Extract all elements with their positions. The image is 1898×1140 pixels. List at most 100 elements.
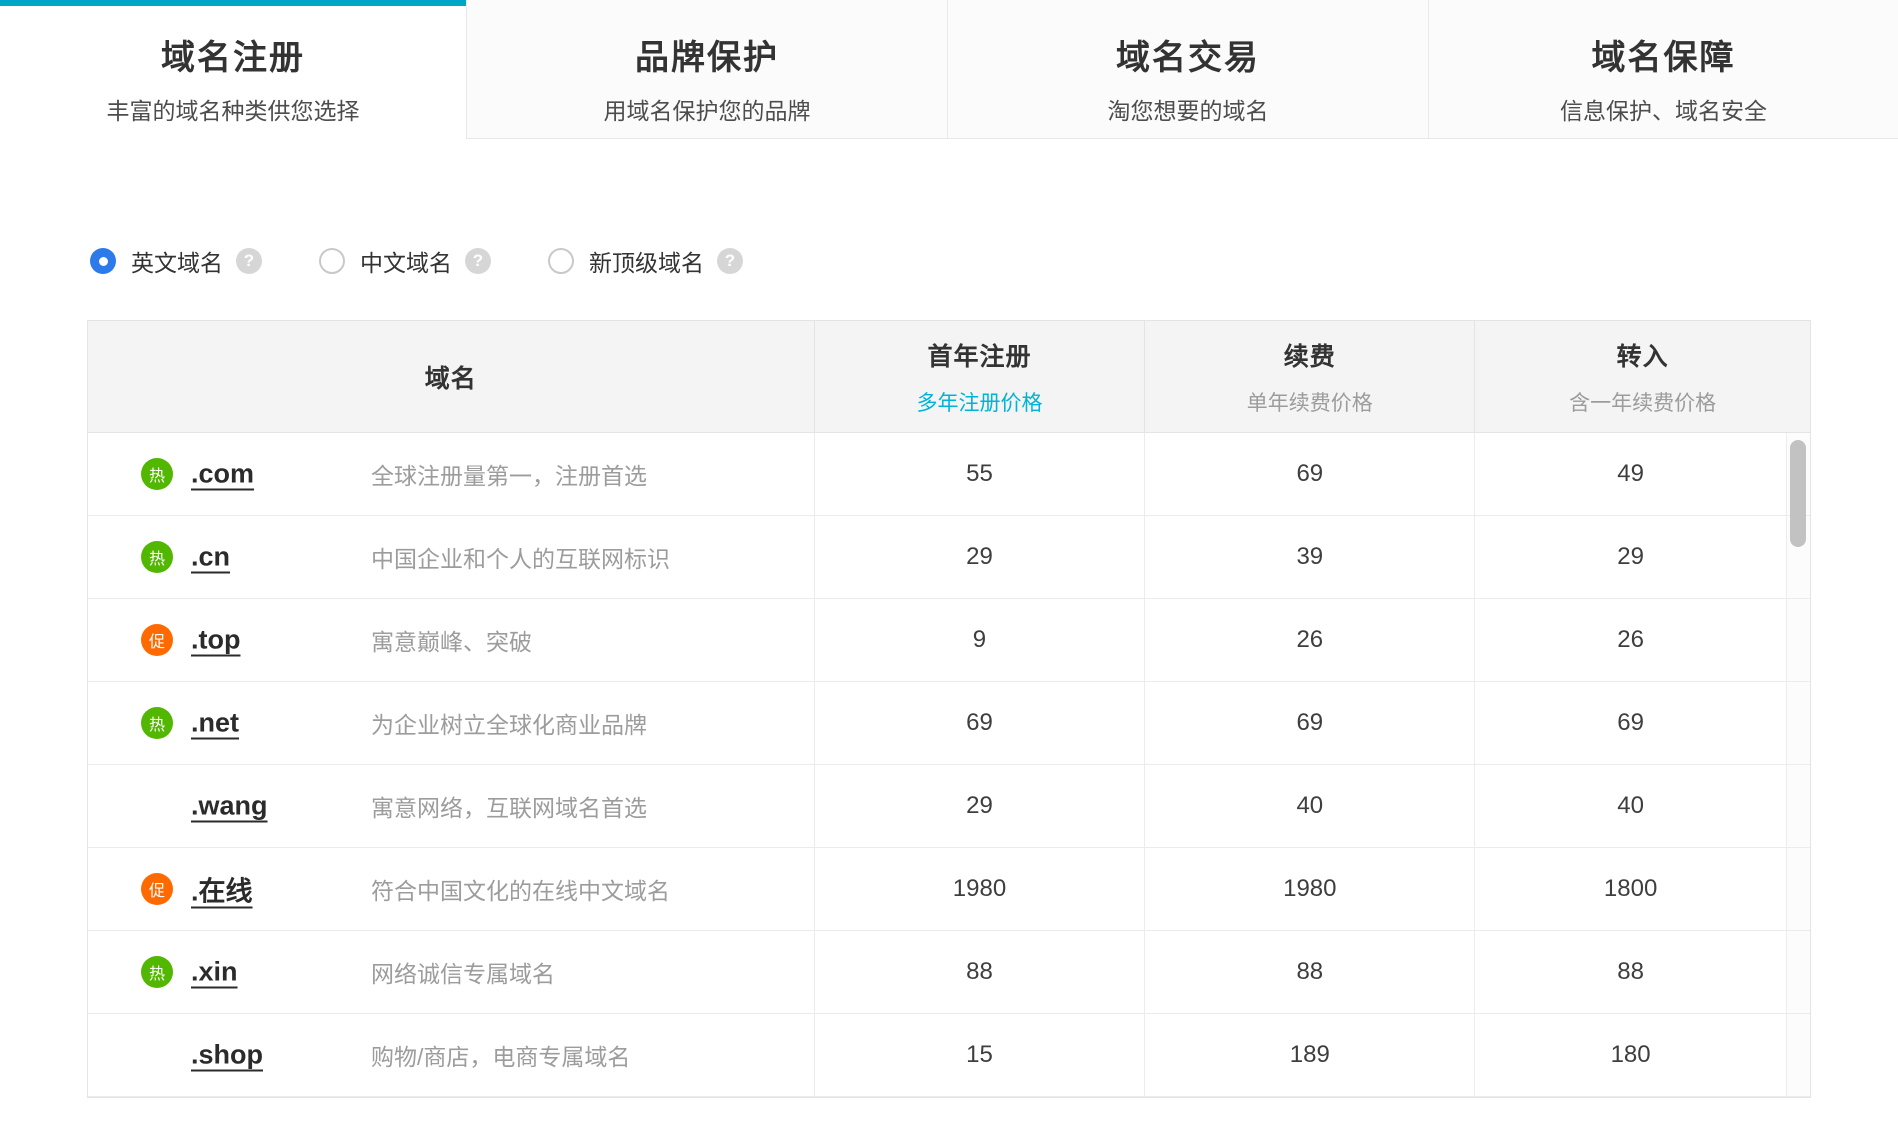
scrollbar-gutter (1786, 848, 1810, 930)
register-price: 9 (813, 599, 1145, 681)
transfer-price: 69 (1474, 682, 1786, 764)
scrollbar-gutter (1786, 765, 1810, 847)
transfer-price: 26 (1474, 599, 1786, 681)
domain-link[interactable]: .wang (191, 791, 268, 822)
renew-price: 39 (1144, 516, 1474, 598)
vertical-scrollbar-thumb[interactable] (1790, 440, 1806, 547)
domain-link[interactable]: .net (191, 708, 239, 739)
transfer-price: 29 (1474, 516, 1786, 598)
domain-cell: 促 .在线 符合中国文化的在线中文域名 (88, 848, 814, 930)
hot-badge: 热 (141, 458, 173, 490)
domain-type-filters: 英文域名 ? 中文域名 ? 新顶级域名 ? (90, 244, 743, 278)
domain-description: 全球注册量第一，注册首选 (371, 463, 647, 489)
domain-cell: 热 .net 为企业树立全球化商业品牌 (88, 682, 814, 764)
filter-new-tld[interactable]: 新顶级域名 ? (548, 244, 743, 278)
domain-description: 为企业树立全球化商业品牌 (371, 712, 647, 738)
register-price: 29 (813, 516, 1145, 598)
tab-subtitle: 信息保护、域名安全 (1560, 98, 1767, 124)
domain-description: 中国企业和个人的互联网标识 (371, 546, 670, 572)
domain-pricing-table: 域名 首年注册 多年注册价格 续费 单年续费价格 转入 含一年续费价格 热 .c… (87, 320, 1811, 1098)
scrollbar-gutter (1786, 931, 1810, 1013)
register-price: 1980 (813, 848, 1145, 930)
domain-cell: .shop 购物/商店，电商专属域名 (88, 1014, 814, 1096)
renew-price: 88 (1144, 931, 1474, 1013)
domain-description: 网络诚信专属域名 (371, 961, 555, 987)
table-row: 热 .com 全球注册量第一，注册首选 55 69 49 (88, 433, 1810, 516)
domain-link[interactable]: .cn (191, 542, 230, 573)
table-row: 促 .在线 符合中国文化的在线中文域名 1980 1980 1800 (88, 848, 1810, 931)
transfer-price: 180 (1474, 1014, 1786, 1096)
filter-chinese-domain[interactable]: 中文域名 ? (319, 244, 491, 278)
domain-description: 寓意网络，互联网域名首选 (371, 795, 647, 821)
help-icon[interactable]: ? (717, 248, 743, 274)
tab-subtitle: 淘您想要的域名 (1107, 98, 1269, 124)
register-price: 69 (813, 682, 1145, 764)
domain-cell: 热 .xin 网络诚信专属域名 (88, 931, 814, 1013)
domain-description: 符合中国文化的在线中文域名 (371, 878, 670, 904)
domain-description: 寓意巅峰、突破 (371, 629, 532, 655)
promo-badge: 促 (141, 873, 173, 905)
tab-brand-protection[interactable]: 品牌保护 用域名保护您的品牌 (466, 0, 947, 139)
domain-description: 购物/商店，电商专属域名 (371, 1044, 631, 1070)
header-renew: 续费 单年续费价格 (1144, 321, 1474, 432)
header-transfer-label: 转入 (1616, 342, 1669, 371)
domain-link[interactable]: .top (191, 625, 240, 656)
tab-title: 域名保障 (1591, 39, 1736, 77)
hot-badge: 热 (141, 541, 173, 573)
domain-link[interactable]: .在线 (191, 870, 253, 909)
filter-label: 中文域名 (360, 250, 452, 276)
header-domain-label: 域名 (424, 364, 477, 393)
header-renew-label: 续费 (1283, 342, 1336, 371)
header-transfer-sublabel: 含一年续费价格 (1569, 391, 1717, 415)
register-price: 15 (813, 1014, 1145, 1096)
tab-title: 品牌保护 (635, 39, 779, 77)
promo-badge: 促 (141, 624, 173, 656)
renew-price: 26 (1144, 599, 1474, 681)
tab-subtitle: 丰富的域名种类供您选择 (106, 98, 360, 124)
tab-domain-trade[interactable]: 域名交易 淘您想要的域名 (947, 0, 1428, 139)
top-tabbar: 域名注册 丰富的域名种类供您选择 品牌保护 用域名保护您的品牌 域名交易 淘您想… (0, 0, 1898, 139)
help-icon[interactable]: ? (236, 248, 262, 274)
renew-price: 189 (1144, 1014, 1474, 1096)
table-row: 热 .xin 网络诚信专属域名 88 88 88 (88, 931, 1810, 1014)
header-first-year: 首年注册 多年注册价格 (813, 321, 1145, 432)
domain-cell: 热 .com 全球注册量第一，注册首选 (88, 433, 814, 515)
table-row: 热 .net 为企业树立全球化商业品牌 69 69 69 (88, 682, 1810, 765)
transfer-price: 40 (1474, 765, 1786, 847)
transfer-price: 49 (1474, 433, 1786, 515)
scrollbar-gutter (1786, 682, 1810, 764)
radio-english-domain[interactable] (90, 248, 116, 274)
scrollbar-gutter (1786, 599, 1810, 681)
tab-title: 域名注册 (161, 39, 305, 77)
domain-link[interactable]: .xin (191, 957, 238, 988)
renew-price: 40 (1144, 765, 1474, 847)
renew-price: 69 (1144, 433, 1474, 515)
domain-link[interactable]: .com (191, 459, 254, 490)
renew-price: 69 (1144, 682, 1474, 764)
header-renew-sublabel: 单年续费价格 (1246, 391, 1373, 415)
table-header-row: 域名 首年注册 多年注册价格 续费 单年续费价格 转入 含一年续费价格 (88, 321, 1810, 433)
tab-domain-security[interactable]: 域名保障 信息保护、域名安全 (1428, 0, 1898, 139)
filter-english-domain[interactable]: 英文域名 ? (90, 244, 262, 278)
table-row: .shop 购物/商店，电商专属域名 15 189 180 (88, 1014, 1810, 1097)
tab-title: 域名交易 (1116, 39, 1260, 77)
table-row: 热 .cn 中国企业和个人的互联网标识 29 39 29 (88, 516, 1810, 599)
scrollbar-gutter (1786, 1014, 1810, 1096)
domain-link[interactable]: .shop (191, 1040, 263, 1071)
domain-cell: 热 .cn 中国企业和个人的互联网标识 (88, 516, 814, 598)
filter-label: 新顶级域名 (589, 250, 704, 276)
header-first-year-label: 首年注册 (927, 342, 1032, 371)
header-transfer: 转入 含一年续费价格 (1474, 321, 1810, 432)
tab-subtitle: 用域名保护您的品牌 (603, 98, 811, 124)
table-row: .wang 寓意网络，互联网域名首选 29 40 40 (88, 765, 1810, 848)
radio-new-tld[interactable] (548, 248, 574, 274)
tab-domain-register[interactable]: 域名注册 丰富的域名种类供您选择 (0, 0, 466, 139)
help-icon[interactable]: ? (465, 248, 491, 274)
transfer-price: 1800 (1474, 848, 1786, 930)
register-price: 29 (813, 765, 1145, 847)
table-row: 促 .top 寓意巅峰、突破 9 26 26 (88, 599, 1810, 682)
header-domain: 域名 (88, 321, 814, 432)
multi-year-price-link[interactable]: 多年注册价格 (916, 387, 1042, 417)
radio-chinese-domain[interactable] (319, 248, 345, 274)
register-price: 88 (813, 931, 1145, 1013)
